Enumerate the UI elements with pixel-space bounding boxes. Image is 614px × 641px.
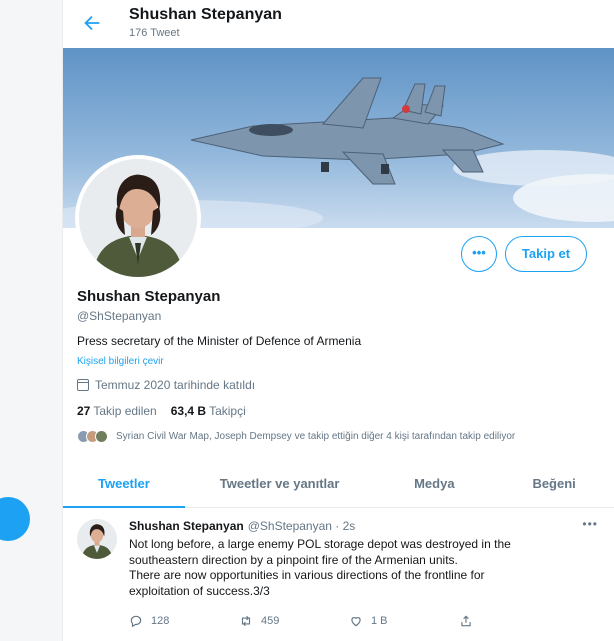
mutual-followers[interactable]: Syrian Civil War Map, Joseph Dempsey ve … (77, 430, 515, 443)
profile-tabs: Tweetler Tweetler ve yanıtlar Medya Beğe… (63, 462, 614, 508)
follow-stats: 27 Takip edilen 63,4 B Takipçi (77, 404, 246, 418)
following-count: 27 (77, 404, 91, 418)
followers-label: Takipçi (209, 404, 246, 418)
tab-media[interactable]: Medya (374, 462, 494, 507)
mutual-avatar (95, 430, 108, 443)
profile-avatar[interactable] (75, 155, 201, 281)
like-button[interactable]: 1 B (349, 614, 459, 628)
compose-button-edge[interactable] (0, 497, 30, 541)
reply-icon (130, 615, 142, 628)
profile-name: Shushan Stepanyan (77, 288, 221, 305)
retweet-count: 459 (261, 615, 280, 627)
tweet-text-line: exploitation of success.3/3 (129, 583, 270, 598)
following-link[interactable]: 27 Takip edilen (77, 404, 157, 418)
calendar-icon (77, 379, 89, 391)
reply-button[interactable]: 128 (129, 614, 239, 628)
more-options-button[interactable]: ••• (461, 236, 497, 272)
followers-link[interactable]: 63,4 B Takipçi (171, 404, 246, 418)
share-button[interactable] (459, 614, 569, 628)
profile-column: Shushan Stepanyan 176 Tweet ••• Takip et… (62, 0, 614, 641)
tweet-avatar[interactable] (77, 519, 117, 559)
profile-bio: Press secretary of the Minister of Defen… (77, 334, 362, 348)
follow-button[interactable]: Takip et (505, 236, 587, 272)
tweet-actions: 128 459 1 B (129, 614, 569, 628)
joined-text: Temmuz 2020 tarihinde katıldı (95, 378, 256, 392)
reply-count: 128 (151, 615, 170, 627)
mutual-avatars (77, 430, 108, 443)
header-tweet-count: 176 Tweet (129, 27, 180, 39)
tweet-author-name[interactable]: Shushan Stepanyan (129, 519, 244, 533)
tweet-item[interactable]: Shushan Stepanyan @ShStepanyan · 2s ••• N… (63, 509, 614, 641)
joined-date: Temmuz 2020 tarihinde katıldı (77, 378, 255, 392)
profile-handle: @ShStepanyan (77, 309, 162, 323)
tweet-more-icon[interactable]: ••• (582, 517, 598, 531)
share-icon (461, 615, 471, 627)
retweet-button[interactable]: 459 (239, 614, 349, 628)
like-icon (351, 617, 361, 627)
translate-bio-link[interactable]: Kişisel bilgileri çevir (77, 356, 164, 367)
tab-likes[interactable]: Beğeni (494, 462, 614, 507)
tab-tweets[interactable]: Tweetler (63, 462, 185, 508)
tweet-text-line: There are now opportunities in various d… (129, 568, 485, 582)
tab-tweets-and-replies[interactable]: Tweetler ve yanıtlar (185, 462, 375, 507)
like-count: 1 B (371, 615, 388, 627)
mutual-followers-text: Syrian Civil War Map, Joseph Dempsey ve … (116, 431, 516, 442)
retweet-icon (241, 615, 251, 627)
tweet-text: Not long before, a large enemy POL stora… (129, 537, 595, 599)
tweet-text-line: southeastern direction by a pinpoint fir… (129, 552, 458, 567)
followers-count: 63,4 B (170, 404, 207, 418)
tweet-handle-time: @ShStepanyan · 2s (247, 519, 356, 533)
back-arrow-icon[interactable] (81, 12, 103, 34)
tweet-header: Shushan Stepanyan @ShStepanyan · 2s (129, 519, 355, 533)
following-label: Takip edilen (93, 404, 157, 418)
tweet-text-line: Not long before, a large enemy POL stora… (129, 537, 511, 551)
profile-header: Shushan Stepanyan 176 Tweet (63, 0, 614, 48)
header-title: Shushan Stepanyan (129, 6, 282, 23)
